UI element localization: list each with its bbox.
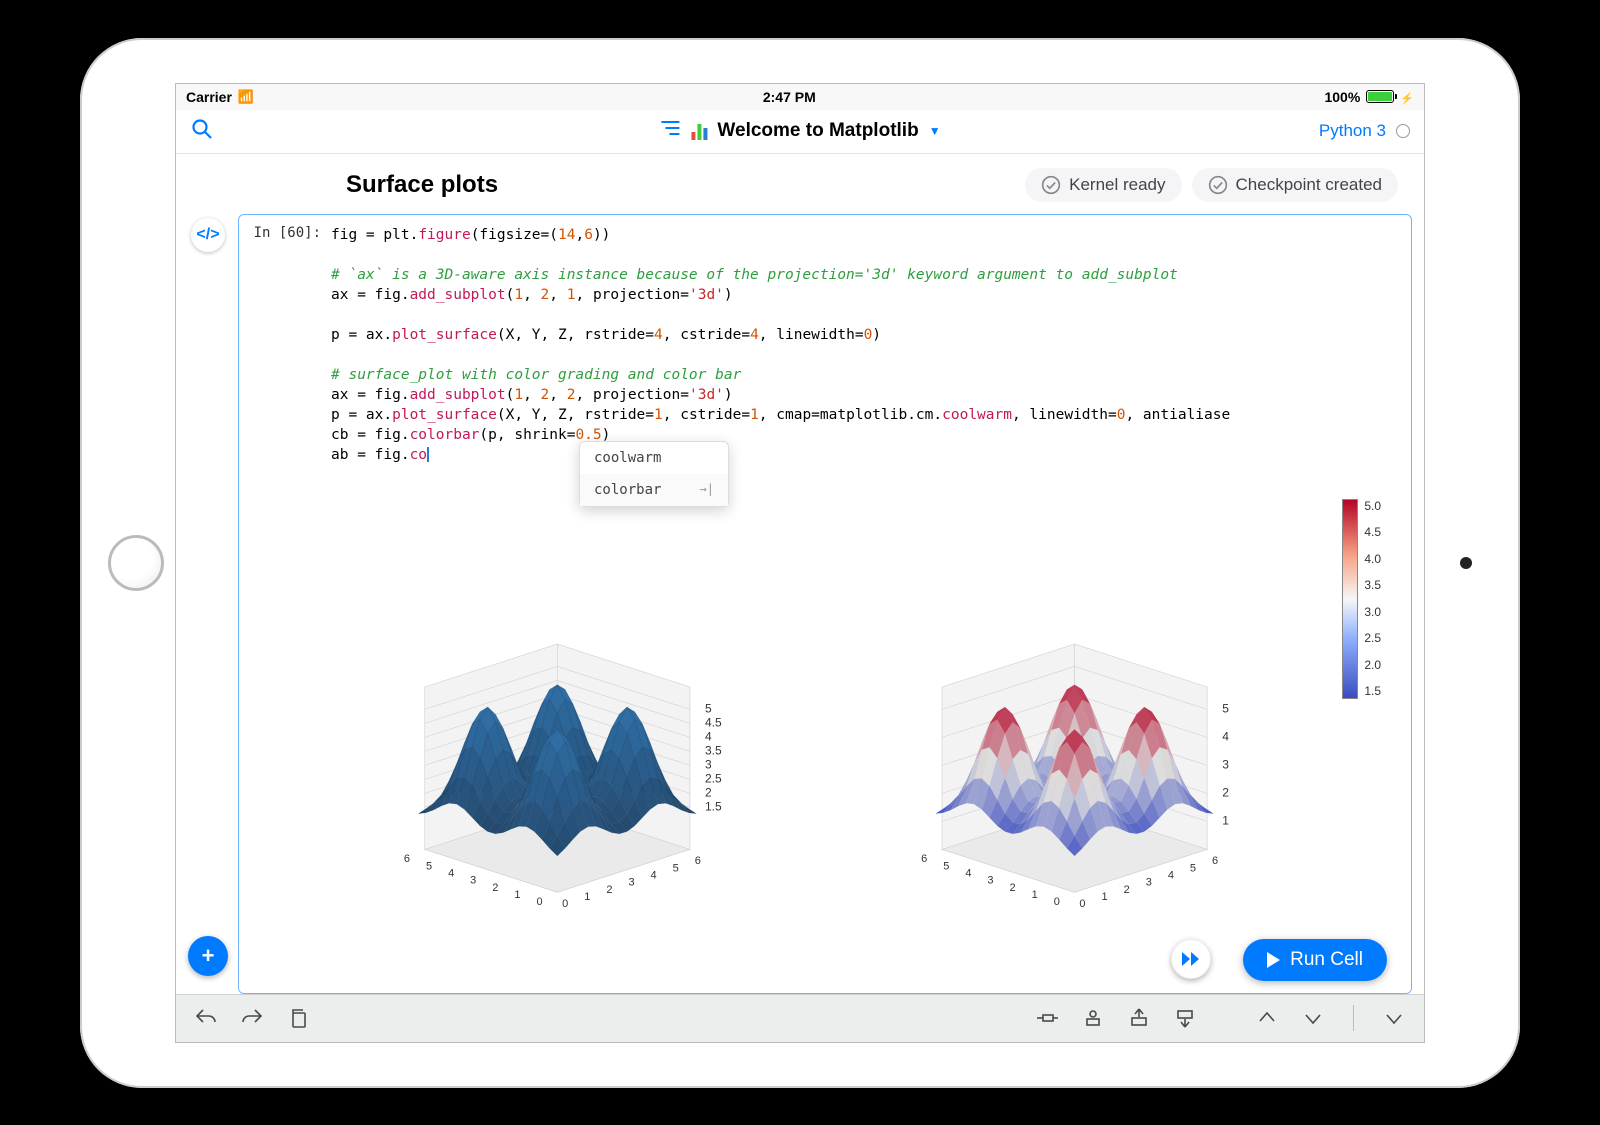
title-dropdown-icon[interactable]: ▼ [929, 124, 941, 138]
surface-plot-right: 1 2 3 4 5 0 1 2 3 4 5 6 0 1 2 3 4 5 6 5.04.54.03.53.02.52.… [885, 479, 1381, 983]
checkpoint-label: Checkpoint created [1236, 175, 1382, 195]
battery-pct: 100% [1324, 89, 1360, 105]
code-editor[interactable]: fig = plt.figure(figsize=(14,6)) # `ax` … [327, 215, 1411, 469]
camera-dot [1460, 557, 1472, 569]
search-icon[interactable] [190, 117, 214, 146]
svg-text:2: 2 [1010, 881, 1016, 893]
kernel-ready-label: Kernel ready [1069, 175, 1165, 195]
kernel-ready-pill: Kernel ready [1025, 168, 1181, 202]
svg-text:3: 3 [987, 874, 993, 886]
colorbar-gradient [1342, 499, 1358, 699]
move-cell-up-button[interactable] [1127, 1006, 1151, 1030]
svg-text:4: 4 [1168, 869, 1174, 881]
svg-text:2: 2 [1124, 883, 1130, 895]
svg-text:0: 0 [562, 898, 568, 910]
svg-text:6: 6 [1212, 855, 1218, 867]
svg-text:2: 2 [606, 883, 612, 895]
indent-button[interactable] [1035, 1006, 1059, 1030]
ios-status-bar: Carrier 2:47 PM 100% [176, 84, 1424, 110]
svg-text:1: 1 [1222, 813, 1229, 827]
copy-button[interactable] [286, 1006, 310, 1030]
section-header: Surface plots Kernel ready Checkpoint cr… [176, 154, 1424, 214]
cell-output: 1.522.533.544.5501234560123456 123450123… [239, 469, 1411, 993]
svg-text:4: 4 [1222, 729, 1229, 743]
svg-text:3.5: 3.5 [705, 743, 722, 757]
undo-button[interactable] [194, 1006, 218, 1030]
svg-text:3: 3 [1222, 757, 1229, 771]
run-cell-button[interactable]: Run Cell [1243, 939, 1387, 981]
svg-text:6: 6 [695, 855, 701, 867]
cell-type-badge[interactable]: </> [191, 218, 225, 252]
app-logo-icon [691, 122, 707, 140]
svg-text:4: 4 [651, 869, 657, 881]
surface-plot-left: 1.522.533.544.5501234560123456 [349, 479, 845, 983]
colorbar-ticks: 5.04.54.03.53.02.52.01.5 [1364, 499, 1381, 699]
svg-text:2: 2 [705, 785, 712, 799]
svg-text:2: 2 [492, 881, 498, 893]
cell-prompt: In [60]: [239, 215, 327, 469]
wifi-icon [238, 88, 254, 105]
autocomplete-label: colorbar [594, 482, 661, 498]
notebook-content: Surface plots Kernel ready Checkpoint cr… [176, 154, 1424, 994]
kernel-status-icon [1396, 124, 1410, 138]
svg-text:0: 0 [1054, 896, 1060, 908]
title-bar: Welcome to Matplotlib ▼ Python 3 [176, 110, 1424, 154]
svg-text:1: 1 [514, 888, 520, 900]
document-title[interactable]: Welcome to Matplotlib [717, 120, 918, 142]
outline-icon[interactable] [659, 118, 681, 144]
kernel-name[interactable]: Python 3 [1319, 121, 1386, 141]
svg-text:5: 5 [705, 701, 712, 715]
svg-text:6: 6 [404, 853, 410, 865]
bottom-toolbar [176, 994, 1424, 1042]
svg-text:5: 5 [673, 862, 679, 874]
svg-text:1.5: 1.5 [705, 799, 722, 813]
svg-text:5: 5 [1190, 862, 1196, 874]
svg-text:6: 6 [921, 853, 927, 865]
svg-text:3: 3 [1146, 876, 1152, 888]
svg-text:4: 4 [965, 867, 971, 879]
checkpoint-pill: Checkpoint created [1192, 168, 1398, 202]
screen: Carrier 2:47 PM 100% Welco [175, 83, 1425, 1043]
colorbar: 5.04.54.03.53.02.52.01.5 [1336, 479, 1381, 983]
run-cell-label: Run Cell [1290, 949, 1363, 971]
add-cell-button[interactable]: + [188, 936, 228, 976]
svg-text:1: 1 [584, 890, 590, 902]
next-cell-button[interactable] [1301, 1006, 1325, 1030]
move-cell-down-button[interactable] [1173, 1006, 1197, 1030]
clock: 2:47 PM [763, 89, 816, 105]
redo-button[interactable] [240, 1006, 264, 1030]
autocomplete-label: coolwarm [594, 450, 661, 466]
svg-text:0: 0 [536, 896, 542, 908]
run-all-below-button[interactable] [1171, 939, 1211, 979]
home-button[interactable] [108, 535, 164, 591]
svg-text:2.5: 2.5 [705, 771, 722, 785]
svg-text:3: 3 [705, 757, 712, 771]
svg-text:5: 5 [943, 860, 949, 872]
prev-cell-button[interactable] [1255, 1006, 1279, 1030]
cell-settings-button[interactable] [1081, 1006, 1105, 1030]
svg-text:5: 5 [1222, 701, 1229, 715]
autocomplete-insert-icon: →| [700, 482, 714, 498]
svg-text:3: 3 [628, 876, 634, 888]
autocomplete-item[interactable]: colorbar →| [580, 474, 728, 506]
svg-text:1: 1 [1032, 888, 1038, 900]
autocomplete-popup[interactable]: coolwarm colorbar →| [579, 441, 729, 507]
autocomplete-item[interactable]: coolwarm [580, 442, 728, 474]
svg-text:2: 2 [1222, 785, 1229, 799]
collapse-keyboard-button[interactable] [1382, 1006, 1406, 1030]
svg-text:4: 4 [705, 729, 712, 743]
svg-text:3: 3 [470, 874, 476, 886]
svg-text:0: 0 [1079, 898, 1085, 910]
section-title: Surface plots [346, 171, 498, 199]
ipad-frame: Carrier 2:47 PM 100% Welco [80, 38, 1520, 1088]
code-cell[interactable]: In [60]: fig = plt.figure(figsize=(14,6)… [238, 214, 1412, 994]
svg-text:4: 4 [448, 867, 454, 879]
svg-text:4.5: 4.5 [705, 715, 722, 729]
battery-icon [1366, 90, 1394, 103]
carrier-label: Carrier [186, 89, 232, 105]
play-icon [1267, 952, 1280, 968]
svg-text:1: 1 [1102, 890, 1108, 902]
svg-text:5: 5 [426, 860, 432, 872]
charging-icon [1400, 89, 1414, 105]
